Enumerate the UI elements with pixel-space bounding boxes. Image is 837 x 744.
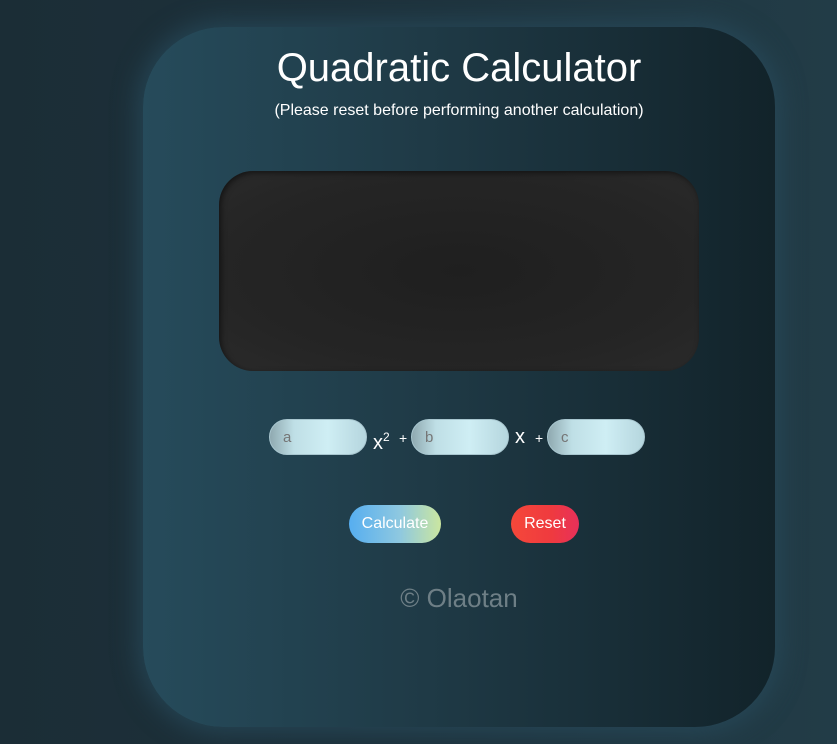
x-squared-base: x — [373, 432, 383, 454]
plus-sign-2: + — [535, 430, 544, 446]
coefficient-c-input[interactable] — [547, 419, 645, 455]
footer-credit: © Olaotan — [400, 583, 518, 613]
x-label: x — [515, 426, 525, 448]
page-subtitle: (Please reset before performing another … — [274, 102, 644, 119]
x-squared-label: x2 — [373, 425, 390, 455]
page-title: Quadratic Calculator — [276, 46, 642, 90]
result-display — [219, 171, 699, 371]
equation-row: x2 + x + — [269, 419, 669, 457]
calculate-button[interactable]: Calculate — [349, 505, 441, 543]
calculator-card: Quadratic Calculator (Please reset befor… — [143, 27, 775, 727]
reset-button[interactable]: Reset — [511, 505, 579, 543]
coefficient-a-input[interactable] — [269, 419, 367, 455]
coefficient-b-input[interactable] — [411, 419, 509, 455]
plus-sign-1: + — [399, 430, 408, 446]
x-squared-exponent: 2 — [383, 430, 390, 444]
